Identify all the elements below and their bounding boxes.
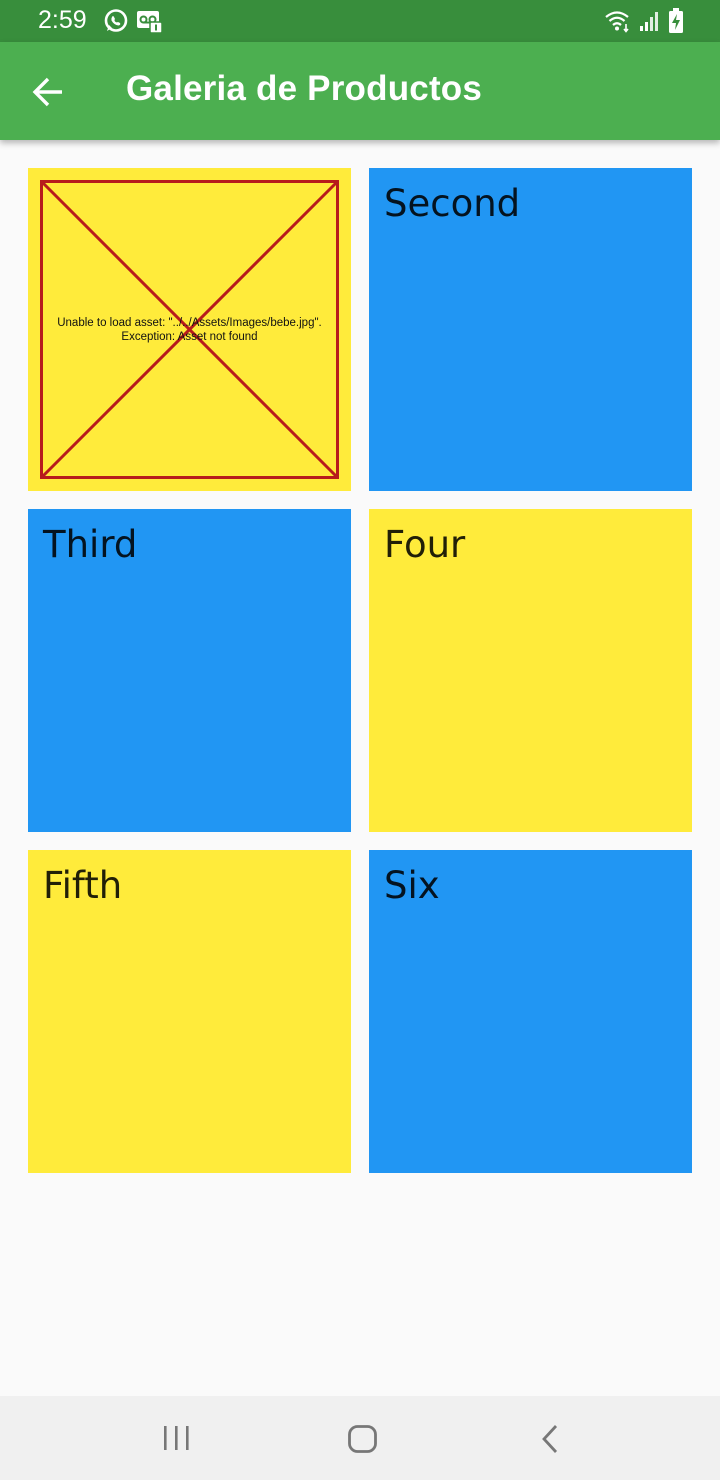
product-tile-six[interactable]: Six [369, 850, 692, 1173]
product-tile-third[interactable]: Third [28, 509, 351, 832]
page-title: Galeria de Productos [126, 69, 483, 108]
product-tile-fifth[interactable]: Fifth [28, 850, 351, 1173]
arrow-back-icon [32, 77, 64, 112]
image-error-line-1: Unable to load asset: "../../Assets/Imag… [57, 317, 322, 329]
tile-label: Fifth [43, 864, 123, 907]
back-icon [540, 1424, 562, 1459]
status-time: 2:59 [38, 6, 87, 34]
home-icon [347, 1424, 379, 1459]
tile-label: Second [384, 182, 521, 225]
tile-label: Six [384, 864, 440, 907]
product-tile-first[interactable]: Unable to load asset: "../../Assets/Imag… [28, 168, 351, 491]
home-button[interactable] [332, 1416, 392, 1460]
app-bar: Galeria de Productos [0, 42, 720, 140]
wifi-icon [604, 9, 632, 38]
product-tile-second[interactable]: Second [369, 168, 692, 491]
recents-icon [162, 1424, 192, 1457]
whatsapp-icon [103, 8, 129, 39]
tile-label: Four [384, 523, 466, 566]
system-nav-bar [0, 1396, 720, 1480]
product-tile-four[interactable]: Four [369, 509, 692, 832]
battery-charging-icon [668, 8, 684, 39]
voicemail-icon [136, 10, 164, 39]
recents-button[interactable] [146, 1416, 206, 1460]
system-back-button[interactable] [520, 1416, 580, 1460]
status-bar: 2:59 [0, 0, 720, 42]
image-error-message: Unable to load asset: "../../Assets/Imag… [28, 316, 351, 344]
back-button[interactable] [22, 67, 76, 117]
signal-icon [638, 10, 660, 37]
tile-label: Third [43, 523, 138, 566]
image-error-line-2: Exception: Asset not found [121, 331, 258, 343]
